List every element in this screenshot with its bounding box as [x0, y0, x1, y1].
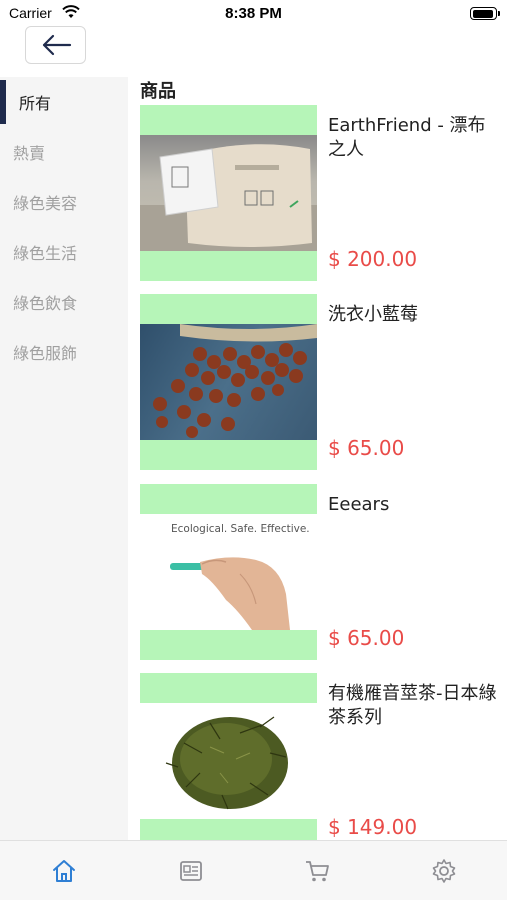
product-card[interactable]: Ecological. Safe. Effective. Eeears $ 65…	[140, 484, 500, 672]
cloth-bag-illustration	[140, 144, 317, 251]
sidebar-item-hot[interactable]: 熱賣	[0, 127, 128, 177]
arrow-left-icon	[42, 34, 71, 56]
sidebar-item-label: 綠色飲食	[13, 294, 78, 313]
sidebar-item-green-living[interactable]: 綠色生活	[0, 227, 128, 277]
product-image[interactable]	[140, 105, 317, 281]
product-name: Eeears	[328, 494, 390, 515]
sidebar-item-green-clothing[interactable]: 綠色服飾	[0, 327, 128, 377]
product-name: 有機雁音莖茶-日本綠茶系列	[328, 683, 497, 728]
product-card[interactable]: 有機雁音莖茶-日本綠茶系列 $ 149.00	[140, 673, 500, 861]
product-image-caption: Ecological. Safe. Effective.	[171, 523, 310, 535]
product-image[interactable]: Ecological. Safe. Effective.	[140, 484, 317, 660]
news-icon	[180, 861, 202, 881]
battery-level	[472, 9, 493, 18]
product-card[interactable]: EarthFriend - 漂布之人 $ 200.00	[140, 105, 500, 293]
tab-news[interactable]	[176, 856, 206, 886]
status-bar: Carrier 8:38 PM	[0, 0, 507, 28]
soap-nuts-illustration	[153, 324, 317, 438]
back-button[interactable]	[25, 26, 86, 64]
product-name: EarthFriend - 漂布之人	[328, 115, 486, 160]
gear-icon	[432, 859, 456, 883]
product-card[interactable]: 洗衣小藍莓 $ 65.00	[140, 294, 500, 482]
tab-home[interactable]	[49, 856, 79, 886]
product-price: $ 149.00	[328, 815, 418, 839]
tab-bar	[0, 840, 507, 900]
sidebar-item-all[interactable]: 所有	[0, 77, 128, 127]
green-tea-illustration	[165, 716, 288, 810]
home-icon	[53, 860, 75, 882]
tab-cart[interactable]	[302, 856, 332, 886]
sidebar-item-label: 綠色生活	[13, 244, 78, 263]
product-price: $ 200.00	[328, 247, 418, 271]
sidebar-item-green-beauty[interactable]: 綠色美容	[0, 177, 128, 227]
product-price: $ 65.00	[328, 436, 405, 460]
sidebar-item-label: 所有	[19, 94, 52, 113]
sidebar-item-label: 熱賣	[13, 144, 46, 163]
product-name: 洗衣小藍莓	[328, 304, 418, 325]
sidebar-item-green-food[interactable]: 綠色飲食	[0, 277, 128, 327]
clock: 8:38 PM	[225, 5, 282, 22]
section-title: 商品	[140, 81, 176, 102]
product-image[interactable]	[140, 294, 317, 470]
cart-icon	[306, 861, 329, 882]
sidebar-item-label: 綠色服飾	[13, 344, 78, 363]
battery-icon	[470, 7, 500, 20]
sidebar-item-label: 綠色美容	[13, 194, 78, 213]
product-price: $ 65.00	[328, 626, 405, 650]
category-sidebar: 所有 熱賣 綠色美容 綠色生活 綠色飲食 綠色服飾	[0, 77, 128, 840]
tab-settings[interactable]	[429, 856, 459, 886]
product-image[interactable]	[140, 673, 317, 849]
